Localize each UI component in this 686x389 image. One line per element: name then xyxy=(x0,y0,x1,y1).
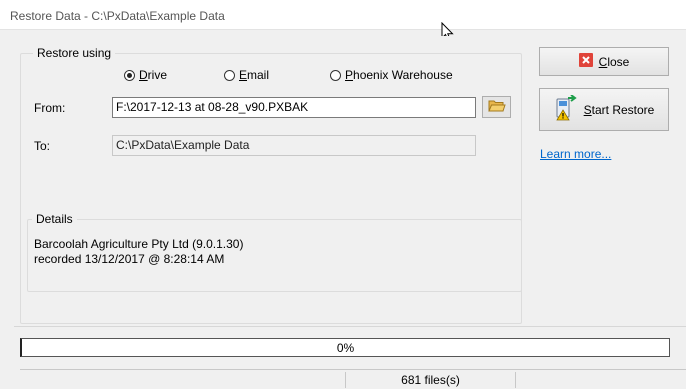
window-title: Restore Data - C:\PxData\Example Data xyxy=(10,9,225,23)
radio-email[interactable]: Email xyxy=(224,68,269,82)
status-files-count: 681 files(s) xyxy=(346,372,516,388)
progress-bar: 0% xyxy=(20,338,670,357)
details-recorded: recorded 13/12/2017 @ 8:28:14 AM xyxy=(34,252,225,266)
from-path-input[interactable]: F:\2017-12-13 at 08-28_v90.PXBAK xyxy=(112,97,476,118)
radio-phoenix-warehouse-indicator[interactable] xyxy=(330,69,341,81)
close-icon xyxy=(578,53,593,70)
start-restore-button[interactable]: Start Restore xyxy=(539,88,669,131)
restore-using-legend: Restore using xyxy=(37,46,112,60)
restore-data-window: Restore Data - C:\PxData\Example Data Re… xyxy=(0,0,686,389)
status-cell-right xyxy=(516,372,686,388)
close-button[interactable]: Close xyxy=(539,47,669,76)
details-legend: Details xyxy=(36,212,73,226)
progress-percent: 0% xyxy=(336,341,355,355)
folder-icon xyxy=(487,99,506,116)
radio-phoenix-warehouse[interactable]: Phoenix Warehouse xyxy=(330,68,453,82)
separator xyxy=(14,326,686,327)
status-bar: 681 files(s) xyxy=(20,369,686,389)
radio-phoenix-warehouse-label: Phoenix Warehouse xyxy=(345,68,453,82)
browse-button[interactable] xyxy=(482,96,511,118)
radio-drive[interactable]: Drive xyxy=(124,68,167,82)
status-cell-left xyxy=(20,372,346,388)
details-company: Barcoolah Agriculture Pty Ltd (9.0.1.30) xyxy=(34,237,244,251)
from-label: From: xyxy=(34,101,66,115)
radio-drive-label: Drive xyxy=(139,68,168,82)
restore-icon xyxy=(554,94,578,124)
close-button-label: Close xyxy=(598,54,630,69)
learn-more-link[interactable]: Learn more... xyxy=(540,147,611,161)
radio-email-indicator[interactable] xyxy=(224,69,235,81)
radio-drive-indicator[interactable] xyxy=(124,69,135,81)
to-label: To: xyxy=(34,139,51,153)
to-path-field: C:\PxData\Example Data xyxy=(112,135,476,156)
title-bar[interactable]: Restore Data - C:\PxData\Example Data xyxy=(0,0,686,42)
start-restore-label: Start Restore xyxy=(583,102,655,117)
radio-email-label: Email xyxy=(239,68,270,82)
